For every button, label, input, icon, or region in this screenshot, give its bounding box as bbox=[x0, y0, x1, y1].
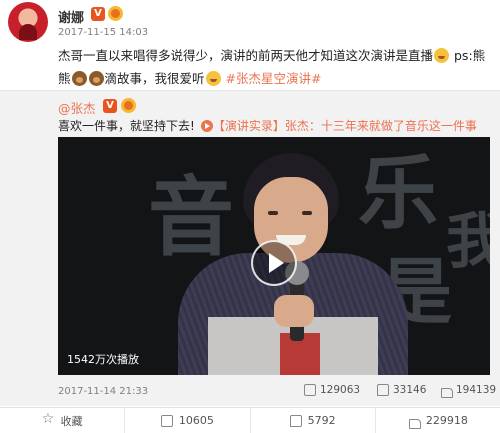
post-text-ps: ps:熊 bbox=[454, 48, 486, 63]
comment-button[interactable]: 5792 bbox=[251, 408, 376, 433]
comment-icon bbox=[289, 414, 302, 427]
verified-badge-icon: V bbox=[91, 7, 105, 21]
share-icon bbox=[304, 384, 316, 396]
action-bar: 收藏 10605 5792 229918 bbox=[0, 407, 500, 433]
video-link[interactable]: 【演讲实录】张杰：十三年来就做了音乐这一件事 bbox=[213, 119, 477, 133]
performer-hand bbox=[274, 295, 314, 327]
repost-like-stat[interactable]: 194139 bbox=[440, 384, 497, 398]
repost-text-body: 喜欢一件事，就坚持下去! bbox=[58, 119, 195, 133]
comment-count: 5792 bbox=[307, 414, 336, 427]
star-icon bbox=[42, 411, 55, 427]
share-count: 10605 bbox=[178, 414, 214, 427]
favorite-button[interactable]: 收藏 bbox=[0, 408, 126, 433]
repost-time[interactable]: 2017-11-14 21:33 bbox=[58, 386, 148, 397]
laugh-emoji-icon bbox=[434, 48, 450, 63]
bg-char-1: 音 bbox=[148, 168, 234, 268]
fan-badge-icon bbox=[121, 98, 136, 113]
bear-emoji-icon bbox=[88, 71, 104, 86]
bear-emoji-icon bbox=[71, 71, 87, 86]
post-header: 谢娜 V 2017-11-15 14:03 bbox=[0, 0, 500, 42]
comment-icon bbox=[377, 384, 389, 396]
post-text-line2b: 滴故事，我很爱听 bbox=[104, 71, 205, 86]
avatar[interactable] bbox=[8, 2, 48, 42]
like-button[interactable]: 229918 bbox=[376, 408, 500, 433]
hashtag-link[interactable]: #张杰星空演讲# bbox=[226, 71, 322, 86]
play-icon[interactable] bbox=[251, 240, 297, 286]
video-link-icon bbox=[200, 120, 213, 132]
bg-char-4: 我 bbox=[446, 207, 490, 277]
favorite-label: 收藏 bbox=[60, 414, 83, 428]
view-count: 1542万次播放 bbox=[67, 353, 139, 366]
laugh-emoji-icon bbox=[205, 71, 221, 86]
post-text: 杰哥一直以来唱得多说得少，演讲的前两天他才知道这次演讲是直播 ps:熊 熊 滴故事… bbox=[58, 44, 494, 234]
like-icon bbox=[408, 415, 421, 429]
repost-author[interactable]: @张杰 bbox=[58, 98, 96, 117]
author-name[interactable]: 谢娜 bbox=[58, 7, 84, 26]
repost-card[interactable]: @张杰 V 喜欢一件事，就坚持下去! 【演讲实录】张杰：十三年来就做了音乐这一件事… bbox=[0, 90, 500, 406]
like-count: 229918 bbox=[425, 414, 468, 427]
video-link-tag[interactable]: 【演讲实录】 bbox=[213, 119, 285, 133]
fan-badge-icon bbox=[108, 6, 123, 21]
share-icon bbox=[160, 414, 173, 427]
repost-comment-count: 33146 bbox=[393, 384, 427, 396]
share-button[interactable]: 10605 bbox=[125, 408, 251, 433]
repost-share-count: 129063 bbox=[320, 384, 361, 396]
post-text-line2a: 熊 bbox=[58, 71, 71, 86]
repost-text: 喜欢一件事，就坚持下去! 【演讲实录】张杰：十三年来就做了音乐这一件事 bbox=[58, 117, 477, 134]
bg-char-2: 乐 bbox=[358, 147, 438, 240]
video-link-title[interactable]: 张杰：十三年来就做了音乐这一件事 bbox=[285, 119, 477, 133]
post-time[interactable]: 2017-11-15 14:03 bbox=[58, 27, 148, 38]
verified-badge-icon: V bbox=[103, 99, 117, 113]
like-icon bbox=[440, 384, 453, 398]
post-text-line1: 杰哥一直以来唱得多说得少，演讲的前两天他才知道这次演讲是直播 bbox=[58, 48, 434, 63]
repost-comment-stat[interactable]: 33146 bbox=[377, 384, 426, 396]
video-player[interactable]: 音 乐 是 我 1542万次播放 bbox=[58, 137, 490, 375]
repost-share-stat[interactable]: 129063 bbox=[304, 384, 360, 396]
repost-like-count: 194139 bbox=[456, 384, 497, 396]
